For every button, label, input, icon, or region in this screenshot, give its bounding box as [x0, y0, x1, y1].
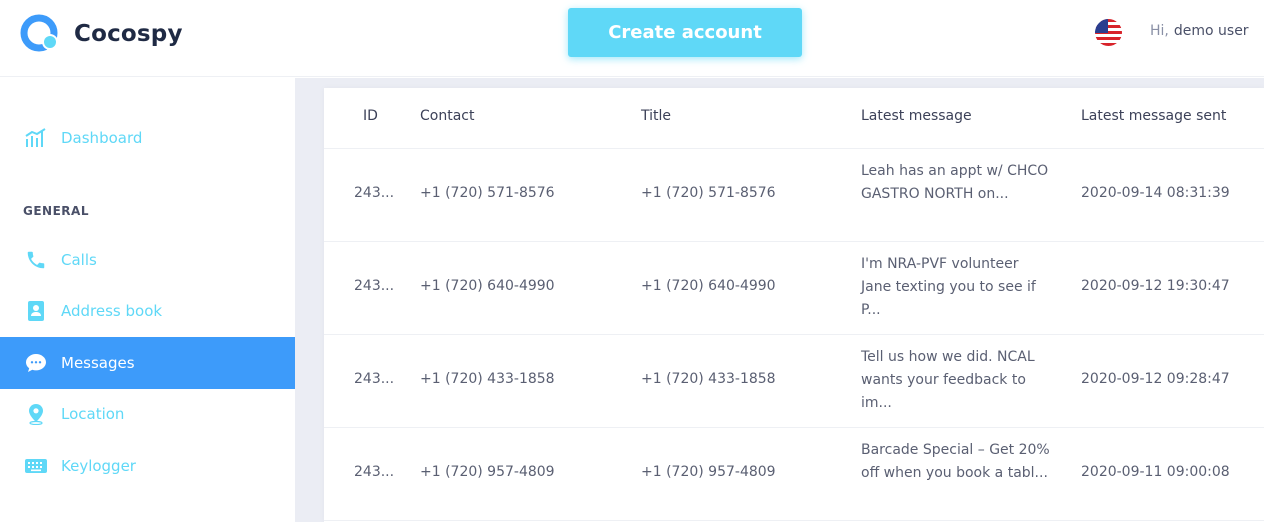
table-row[interactable]: 243... +1 (720) 957-4809 +1 (720) 957-48… — [324, 428, 1264, 521]
cell-title: +1 (720) 433-1858 — [641, 371, 776, 387]
address-book-icon — [24, 299, 48, 323]
sidebar-item-messages[interactable]: Messages — [0, 337, 295, 389]
top-header: Cocospy Create account Hi, demo user — [0, 0, 1264, 77]
column-header-latest-message[interactable]: Latest message — [861, 108, 972, 124]
sidebar-item-location[interactable]: Location — [0, 388, 295, 440]
sidebar-item-label: Calls — [61, 251, 97, 269]
user-greeting[interactable]: Hi, demo user — [1150, 23, 1249, 39]
sidebar-item-label: Address book — [61, 302, 163, 320]
cell-title: +1 (720) 571-8576 — [641, 185, 776, 201]
user-name: demo user — [1173, 23, 1249, 39]
cell-latest-message-sent: 2020-09-14 08:31:39 — [1081, 185, 1230, 201]
create-account-button[interactable]: Create account — [568, 8, 802, 57]
us-flag-icon[interactable] — [1095, 19, 1122, 46]
sidebar-item-keylogger[interactable]: Keylogger — [0, 440, 295, 492]
cell-latest-message: I'm NRA-PVF volunteer Jane texting you t… — [861, 256, 1036, 318]
cell-contact: +1 (720) 433-1858 — [420, 371, 555, 387]
section-label-general: GENERAL — [23, 204, 89, 218]
sidebar-item-label: Location — [61, 405, 125, 423]
table-row[interactable]: 243... +1 (720) 433-1858 +1 (720) 433-18… — [324, 335, 1264, 428]
table-row[interactable]: 243... +1 (720) 571-8576 +1 (720) 571-85… — [324, 149, 1264, 242]
cell-latest-message: Barcade Special – Get 20% off when you b… — [861, 442, 1050, 481]
cell-id: 243... — [354, 464, 395, 480]
bar-chart-icon — [24, 126, 48, 150]
messages-table: ID Contact Title Latest message Latest m… — [324, 88, 1264, 522]
column-header-latest-message-sent[interactable]: Latest message sent — [1081, 108, 1226, 124]
column-header-id[interactable]: ID — [363, 108, 378, 124]
cell-id: 243... — [354, 185, 395, 201]
location-pin-icon — [24, 402, 48, 426]
sidebar-item-label: Messages — [61, 354, 135, 372]
cell-latest-message-sent: 2020-09-12 19:30:47 — [1081, 278, 1230, 294]
sidebar-item-calls[interactable]: Calls — [0, 234, 295, 286]
column-header-contact[interactable]: Contact — [420, 108, 474, 124]
cell-id: 243... — [354, 278, 395, 294]
cell-contact: +1 (720) 571-8576 — [420, 185, 555, 201]
main-content: ID Contact Title Latest message Latest m… — [295, 78, 1264, 522]
sidebar-item-label: Keylogger — [61, 457, 136, 475]
sidebar-item-address-book[interactable]: Address book — [0, 285, 295, 337]
column-header-title[interactable]: Title — [641, 108, 671, 124]
cell-id: 243... — [354, 371, 395, 387]
sidebar: Dashboard GENERAL Calls Address book Mes… — [0, 78, 295, 522]
sidebar-item-dashboard[interactable]: Dashboard — [0, 112, 295, 164]
cocospy-logo-icon — [20, 14, 58, 52]
cell-contact: +1 (720) 957-4809 — [420, 464, 555, 480]
brand-logo[interactable]: Cocospy — [20, 14, 183, 54]
sidebar-item-label: Dashboard — [61, 129, 143, 147]
cell-title: +1 (720) 640-4990 — [641, 278, 776, 294]
cell-latest-message-sent: 2020-09-12 09:28:47 — [1081, 371, 1230, 387]
table-header: ID Contact Title Latest message Latest m… — [324, 88, 1264, 149]
phone-icon — [24, 248, 48, 272]
cell-title: +1 (720) 957-4809 — [641, 464, 776, 480]
greeting-hi: Hi, — [1150, 23, 1169, 39]
cell-latest-message: Leah has an appt w/ CHCO GASTRO NORTH on… — [861, 163, 1049, 202]
brand-name: Cocospy — [74, 21, 183, 47]
sms-bubble-icon — [24, 351, 48, 375]
keyboard-icon — [24, 454, 48, 478]
cell-contact: +1 (720) 640-4990 — [420, 278, 555, 294]
cell-latest-message-sent: 2020-09-11 09:00:08 — [1081, 464, 1230, 480]
cell-latest-message: Tell us how we did. NCAL wants your feed… — [861, 349, 1035, 411]
table-row[interactable]: 243... +1 (720) 640-4990 +1 (720) 640-49… — [324, 242, 1264, 335]
